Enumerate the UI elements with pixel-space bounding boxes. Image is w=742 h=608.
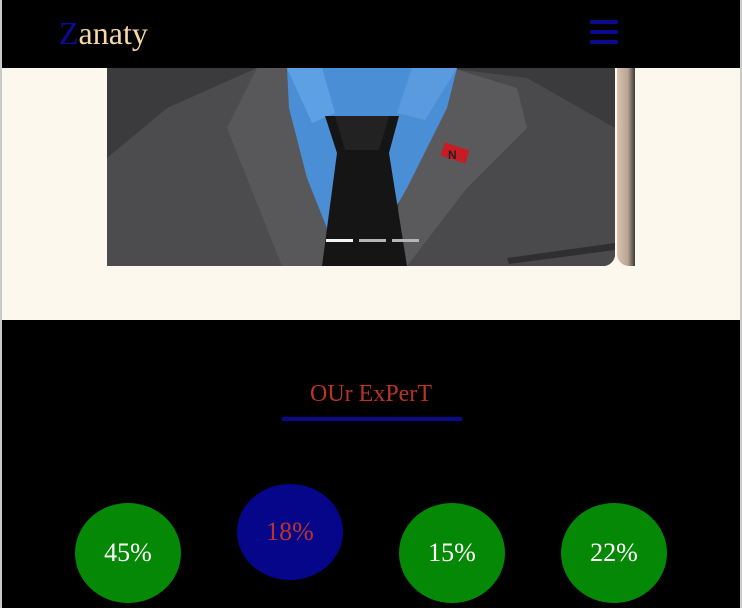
slider-dot[interactable] (326, 239, 353, 242)
slider-dot[interactable] (392, 239, 419, 242)
hamburger-menu-icon[interactable] (590, 20, 618, 44)
stat-circle: 22% (561, 503, 667, 603)
navbar: Zanaty (2, 0, 740, 68)
stat-value: 45% (104, 538, 152, 567)
stat-circle: 18% (237, 484, 343, 580)
lapel-pin-letter: N (448, 148, 457, 162)
page: Zanaty N OUr ExPerT 45% 18% 15% 22% (0, 0, 742, 608)
slider-dot[interactable] (359, 239, 386, 242)
section-title: OUr ExPerT (310, 381, 432, 407)
hamburger-bar (590, 40, 618, 44)
hamburger-bar (590, 30, 618, 34)
expert-section: OUr ExPerT 45% 18% 15% 22% (2, 320, 740, 608)
brand-logo[interactable]: Zanaty (59, 13, 148, 53)
stat-circle: 15% (399, 503, 505, 603)
brand-initial: Z (59, 15, 79, 51)
next-slide-peek[interactable] (617, 68, 635, 266)
stat-value: 22% (590, 538, 638, 567)
stat-value: 15% (428, 538, 476, 567)
stat-value: 18% (266, 517, 314, 546)
hero-slide-image: N (107, 68, 615, 266)
hamburger-bar (590, 20, 618, 24)
hero-slide[interactable]: N (107, 68, 615, 266)
brand-name: anaty (78, 15, 148, 51)
title-underline (282, 417, 462, 421)
slider-indicators (326, 238, 421, 244)
stat-circle: 45% (75, 503, 181, 603)
